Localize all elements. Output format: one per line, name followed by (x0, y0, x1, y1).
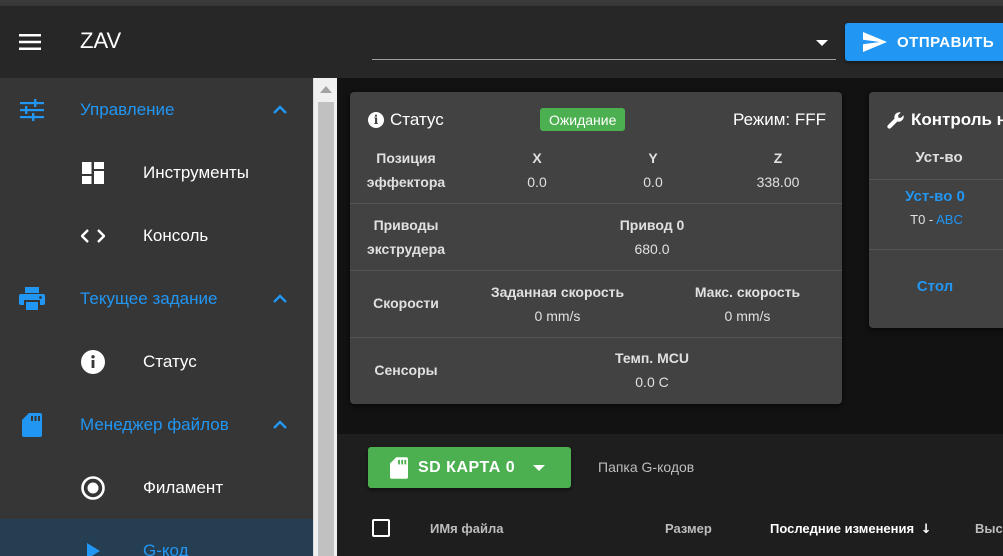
row-divider (350, 337, 842, 338)
tool-column-header: Уст-во (915, 149, 963, 166)
sidebar-item-label: Управление (80, 99, 175, 119)
position-label-line1: Позиция (376, 150, 436, 166)
column-header-filename[interactable]: ИМя файла (430, 521, 503, 536)
sidebar-item-gcode[interactable]: G-код (0, 519, 313, 556)
extruders-label-line1: Приводы (373, 217, 439, 233)
speeds-label: Скорости (373, 295, 439, 311)
sidebar-item-label: Менеджер файлов (80, 414, 229, 434)
sd-card-icon (390, 456, 408, 479)
menu-button[interactable] (10, 24, 50, 60)
sidebar-item-tools[interactable]: Инструменты (0, 141, 313, 204)
position-label-line2: эффектора (366, 174, 446, 190)
sidebar-item-label: G-код (143, 540, 189, 556)
position-label: Позиция эффектора (350, 146, 462, 194)
axis-z-name: Z (773, 150, 783, 166)
row-divider (869, 179, 1003, 180)
column-header-height[interactable]: Выс (975, 521, 1003, 536)
chevron-down-icon (533, 465, 545, 471)
scroll-thumb[interactable] (318, 102, 334, 556)
requested-speed-value: 0 mm/s (534, 308, 581, 324)
max-speed-value: 0 mm/s (724, 308, 771, 324)
extruders-label: Приводы экструдера (350, 213, 462, 261)
row-divider (350, 270, 842, 271)
tool-control-title-text: Контроль н (911, 110, 1003, 129)
tool-control-title: Контроль н (887, 110, 1003, 130)
tune-icon (18, 96, 46, 124)
wrench-icon (887, 112, 904, 129)
tool-0-filament-link[interactable]: ABC (936, 212, 963, 227)
file-manager-panel: SD КАРТА 0 Папка G-кодов ИМя файла Разме… (337, 434, 1003, 556)
sidebar-item-status[interactable]: Статус (0, 330, 313, 393)
send-button[interactable]: ОТПРАВИТЬ (845, 23, 1003, 61)
row-divider (350, 203, 842, 204)
dashboard-icon (79, 159, 107, 187)
chevron-up-icon[interactable] (270, 415, 290, 435)
command-input[interactable] (372, 26, 836, 60)
status-card-title: i Статус (368, 110, 444, 130)
sensors-label: Сенсоры (374, 362, 438, 378)
app-header: ZAV ОТПРАВИТЬ (0, 6, 1003, 78)
bed-link[interactable]: Стол (869, 275, 1001, 299)
sidebar-item-label: Статус (143, 351, 197, 371)
column-header-last-modified[interactable]: Последние изменения ↓ (770, 521, 932, 537)
sidebar-item-label: Консоль (143, 225, 209, 245)
select-all-checkbox[interactable] (372, 519, 390, 537)
info-icon: i (368, 112, 384, 128)
sidebar-item-label: Филамент (143, 477, 224, 497)
sidebar-item-filament[interactable]: Филамент (0, 456, 313, 519)
tool-0-prefix: T0 - (910, 212, 937, 227)
machine-mode: Режим: FFF (732, 110, 826, 129)
row-divider (869, 249, 1003, 250)
tool-0-subline: T0 - ABC (869, 208, 1003, 232)
sidebar-scrollbar[interactable] (313, 78, 337, 556)
drive-value: 680.0 (634, 241, 670, 257)
axis-z-value: 338.00 (756, 174, 800, 190)
mcu-temp-value: 0.0 C (635, 374, 669, 390)
axis-y-value: 0.0 (643, 174, 663, 190)
max-speed-label: Макс. скорость (694, 284, 801, 300)
send-icon (863, 32, 887, 52)
drive-name: Привод 0 (619, 217, 685, 233)
sd-card-select-button[interactable]: SD КАРТА 0 (368, 447, 571, 488)
printer-icon (18, 285, 46, 313)
chevron-up-icon[interactable] (270, 289, 290, 309)
sidebar-item-label: Текущее задание (80, 288, 218, 308)
last-modified-label: Последние изменения (770, 521, 915, 536)
sidebar-group-current-job[interactable]: Текущее задание (0, 267, 313, 330)
status-title-text: Статус (390, 110, 444, 129)
tool-control-card: Контроль н Уст-во Уст-во 0 T0 - ABC Стол (869, 92, 1003, 328)
chevron-up-icon[interactable] (270, 100, 290, 120)
axis-y-name: Y (648, 150, 658, 166)
status-badge: Ожидание (540, 108, 626, 131)
sidebar-item-console[interactable]: Консоль (0, 204, 313, 267)
sidebar-group-file-manager[interactable]: Менеджер файлов (0, 393, 313, 456)
play-icon (79, 537, 107, 556)
main-content: i Статус Ожидание Режим: FFF Позиция эфф… (337, 78, 1003, 556)
info-icon (79, 348, 107, 376)
hamburger-icon (19, 34, 41, 50)
sidebar-item-label: Инструменты (143, 162, 250, 182)
axis-x-name: X (532, 150, 542, 166)
scroll-up-arrow-icon[interactable] (320, 86, 332, 93)
tool-0-link[interactable]: Уст-во 0 (869, 185, 1001, 209)
status-card: i Статус Ожидание Режим: FFF Позиция эфф… (350, 92, 842, 404)
sidebar: Управление Инструменты Консоль Текущее з… (0, 78, 313, 556)
column-header-size[interactable]: Размер (665, 521, 712, 536)
app-title: ZAV (80, 28, 122, 53)
axis-x-value: 0.0 (527, 174, 547, 190)
sidebar-group-control[interactable]: Управление (0, 78, 313, 141)
chevron-down-icon[interactable] (816, 40, 828, 46)
sd-card-label: SD КАРТА 0 (418, 458, 516, 476)
requested-speed-label: Заданная скорость (490, 284, 625, 300)
radio-button-icon (79, 474, 107, 502)
folder-breadcrumb: Папка G-кодов (598, 459, 695, 475)
mcu-temp-label: Темп. MCU (615, 350, 689, 366)
extruders-label-line2: экструдера (366, 241, 445, 257)
arrow-down-icon: ↓ (920, 522, 932, 537)
send-label: ОТПРАВИТЬ (897, 33, 995, 51)
code-icon (79, 222, 107, 250)
sd-card-icon (18, 411, 46, 439)
